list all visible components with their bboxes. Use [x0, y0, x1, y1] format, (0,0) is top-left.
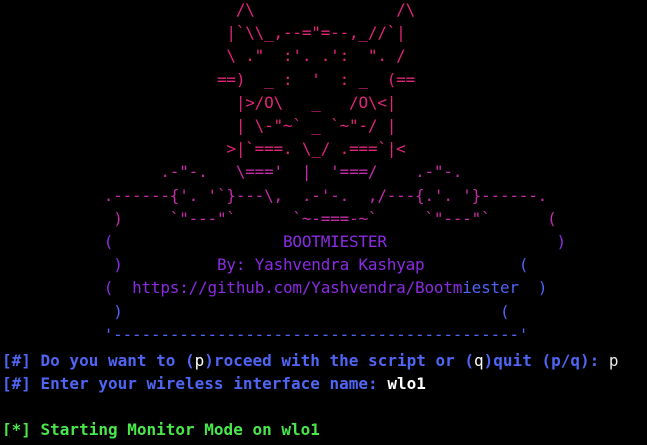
ascii-art-line: ) By: Yashvendra Kashyap (	[0, 253, 528, 276]
terminal-text-segment: [#] Enter your wireless interface name:	[2, 374, 388, 393]
ascii-art-segment: \ ." :'. .': ". /	[0, 46, 406, 66]
terminal-cursor	[0, 436, 9, 445]
ascii-art-line: \ ." :'. .': ". /	[0, 44, 406, 67]
ascii-art-segment: )	[0, 255, 217, 275]
ascii-art-line: ( BOOTMIESTER )	[0, 230, 566, 253]
ascii-art-segment: (	[0, 278, 133, 298]
ascii-art-line: >|`===. \_/ .===`|<	[0, 137, 406, 160]
terminal-output-line: [*] Starting Monitor Mode on wlo1	[2, 418, 320, 441]
terminal-text-segment: p/q	[551, 351, 580, 370]
ascii-art-segment: | \-"~` _ `~"-/ |	[0, 116, 397, 135]
ascii-art-segment: (	[0, 232, 283, 251]
ascii-art-segment: https://github.com/Yashvendra/Bootm	[132, 278, 463, 298]
ascii-art-line: ) `"---"` `~-===-~` `"---"` (	[0, 207, 557, 230]
ascii-art-segment: )	[386, 232, 567, 251]
ascii-art-line: ) (	[0, 300, 509, 323]
ascii-art-line: '---------------------------------------…	[0, 323, 529, 346]
terminal-text-segment: wlo1	[387, 374, 426, 393]
ascii-art-line: | \-"~` _ `~"-/ |	[0, 114, 397, 137]
ascii-art-line: .------{'. '`}---\, .-'-. ,/---{.'. '}--…	[0, 184, 548, 207]
ascii-art-segment: BOOTMIESTER	[283, 232, 387, 251]
ascii-art-line: |>/O\ _ /O\<|	[0, 91, 397, 114]
ascii-art-segment: ) (	[0, 301, 510, 321]
ascii-art-segment: |`\\_,--="=--,_//`|	[0, 23, 406, 43]
terminal-text-segment: [*] Starting Monitor Mode on wlo1	[2, 420, 320, 439]
ascii-art-segment: By: Yashvendra Kashyap	[216, 255, 425, 275]
ascii-art-segment: .------{'. '`}---\, .-'-. ,/---{.'. '}--…	[0, 185, 548, 205]
terminal-text-segment: p	[608, 351, 619, 370]
ascii-art-line: ==) _ : ' : _ (==	[0, 68, 415, 91]
ascii-art-line: .-"-. \===' | '===/ .-"-.	[0, 160, 462, 183]
terminal-text-segment: )roceed with the script or (	[204, 351, 475, 370]
ascii-art-line: ( https://github.com/Yashvendra/Bootmies…	[0, 276, 548, 299]
terminal-text-segment: )quit (	[483, 351, 552, 370]
ascii-art-segment: /\ /\	[0, 0, 416, 19]
ascii-art-segment: ==) _ : ' : _ (==	[0, 69, 416, 89]
ascii-art-segment: >|`===. \_/ .===`|<	[0, 139, 406, 159]
ascii-art-segment: .-"-. \===' | '===/ .-"-.	[0, 162, 463, 182]
terminal-output-line: [#] Do you want to (p)roceed with the sc…	[2, 349, 619, 372]
ascii-art-segment: '---------------------------------------…	[0, 324, 529, 344]
ascii-art-line: |`\\_,--="=--,_//`|	[0, 21, 406, 44]
ascii-art-segment: ) `"---"` `~-===-~` `"---"` (	[0, 208, 557, 228]
terminal-text-segment: q	[474, 351, 484, 370]
terminal-text-segment: p	[194, 351, 205, 370]
terminal-window[interactable]: /\ /\ |`\\_,--="=--,_//`| \ ." :'. .': "…	[0, 0, 647, 445]
terminal-text-segment: [#] Do you want to (	[2, 351, 195, 370]
ascii-art-segment: )	[518, 278, 548, 298]
ascii-art-line: /\ /\	[0, 0, 415, 21]
ascii-art-segment: |>/O\ _ /O\<|	[0, 92, 397, 112]
terminal-text-segment: ):	[580, 351, 609, 370]
ascii-art-segment: iester	[462, 278, 519, 298]
terminal-output-line: [#] Enter your wireless interface name: …	[2, 372, 426, 395]
ascii-art-segment: (	[424, 255, 529, 275]
